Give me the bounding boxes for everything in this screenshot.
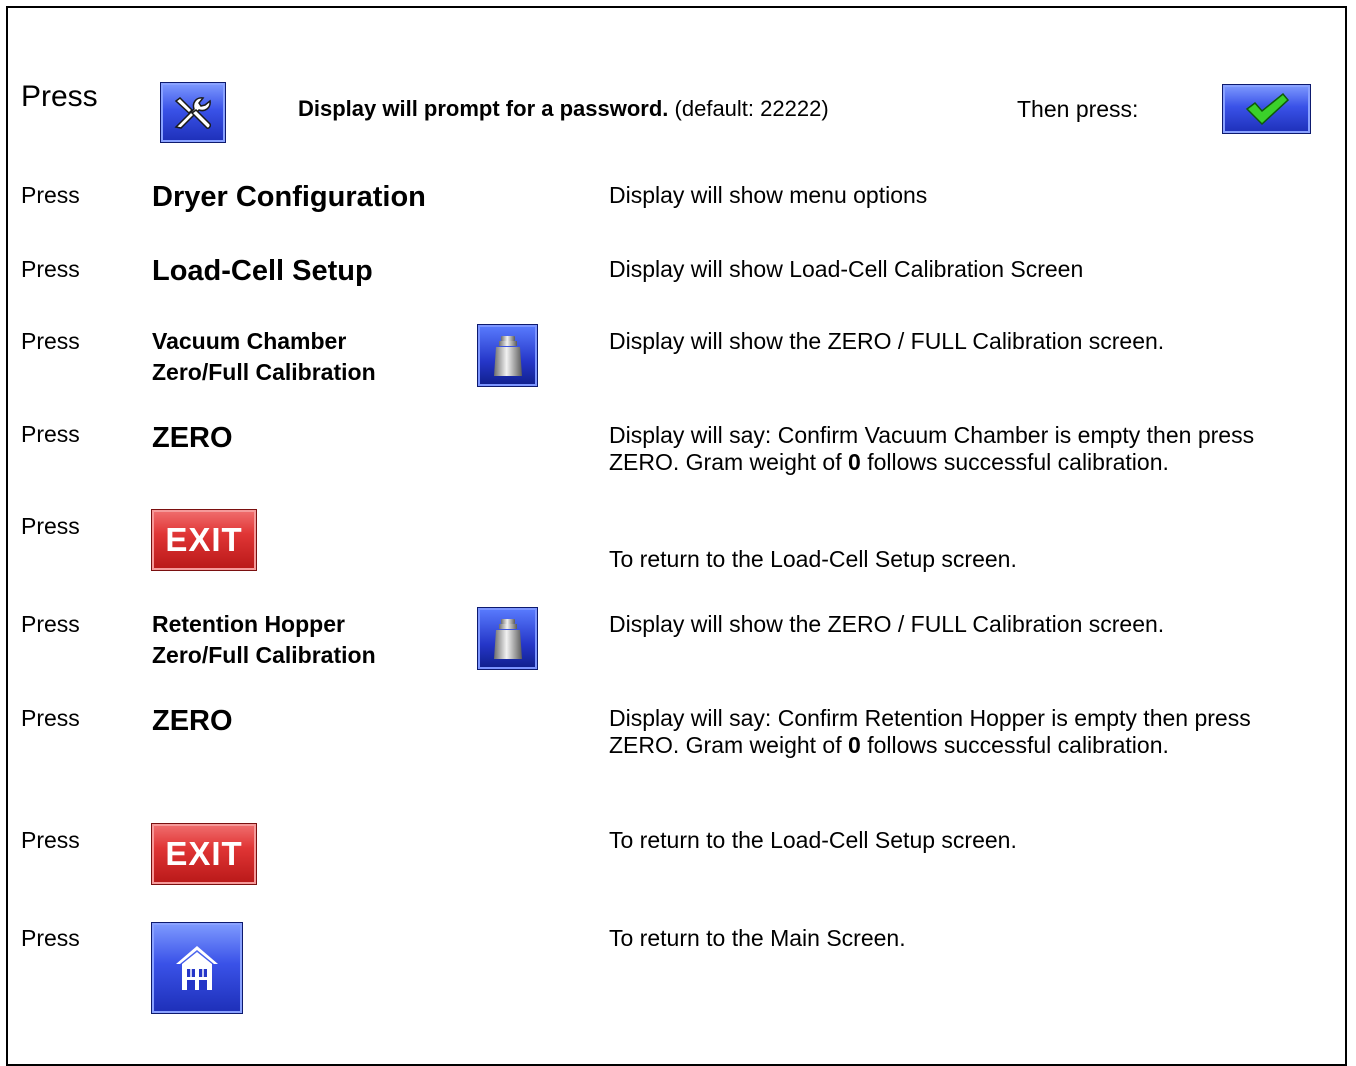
- tools-icon: [174, 96, 211, 129]
- press-label: Press: [21, 827, 80, 853]
- retention-hopper-target: Retention Hopper Zero/Full Calibration: [152, 609, 376, 671]
- home-icon: [176, 946, 218, 990]
- zero-target: ZERO: [152, 705, 233, 737]
- press-label: Press: [21, 80, 98, 113]
- password-default-text: (default: 22222): [674, 96, 829, 121]
- step-description: Display will show the ZERO / FULL Calibr…: [609, 611, 1165, 637]
- step-description: Display will show Load-Cell Calibration …: [609, 256, 1084, 282]
- press-label: Press: [21, 513, 80, 539]
- press-label: Press: [21, 328, 80, 354]
- vacuum-chamber-target: Vacuum Chamber Zero/Full Calibration: [152, 326, 376, 388]
- retention-hopper-weight-button[interactable]: [477, 607, 538, 670]
- confirm-button[interactable]: [1222, 84, 1311, 134]
- weight-icon: [493, 618, 522, 659]
- press-label: Press: [21, 925, 80, 951]
- step-description: To return to the Load-Cell Setup screen.: [609, 827, 1017, 853]
- press-label: Press: [21, 705, 80, 731]
- weight-icon: [493, 335, 522, 376]
- target-line: Retention Hopper: [152, 611, 345, 637]
- press-label: Press: [21, 421, 80, 447]
- checkmark-icon: [1245, 92, 1289, 126]
- target-line: Zero/Full Calibration: [152, 642, 376, 668]
- press-label: Press: [21, 256, 80, 282]
- dryer-configuration-target: Dryer Configuration: [152, 181, 426, 213]
- press-label: Press: [21, 182, 80, 208]
- target-line: Vacuum Chamber: [152, 328, 347, 354]
- target-line: Zero/Full Calibration: [152, 359, 376, 385]
- step-description: Display will say: Confirm Retention Hopp…: [609, 705, 1251, 758]
- zero-target: ZERO: [152, 422, 233, 454]
- step-description: Display will say: Confirm Vacuum Chamber…: [609, 422, 1255, 475]
- step-description: To return to the Main Screen.: [609, 925, 906, 951]
- password-prompt-text: Display will prompt for a password.: [298, 96, 669, 121]
- then-press-text: Then press:: [1017, 96, 1139, 122]
- exit-button[interactable]: EXIT: [151, 823, 257, 885]
- step-description: Display will show the ZERO / FULL Calibr…: [609, 328, 1165, 354]
- step-description: Display will show menu options: [609, 182, 928, 208]
- setup-button[interactable]: [160, 82, 226, 143]
- load-cell-setup-target: Load-Cell Setup: [152, 255, 373, 287]
- press-label: Press: [21, 611, 80, 637]
- exit-button[interactable]: EXIT: [151, 509, 257, 571]
- step-description: To return to the Load-Cell Setup screen.: [609, 546, 1017, 572]
- vacuum-chamber-weight-button[interactable]: [477, 324, 538, 387]
- home-button[interactable]: [151, 922, 243, 1014]
